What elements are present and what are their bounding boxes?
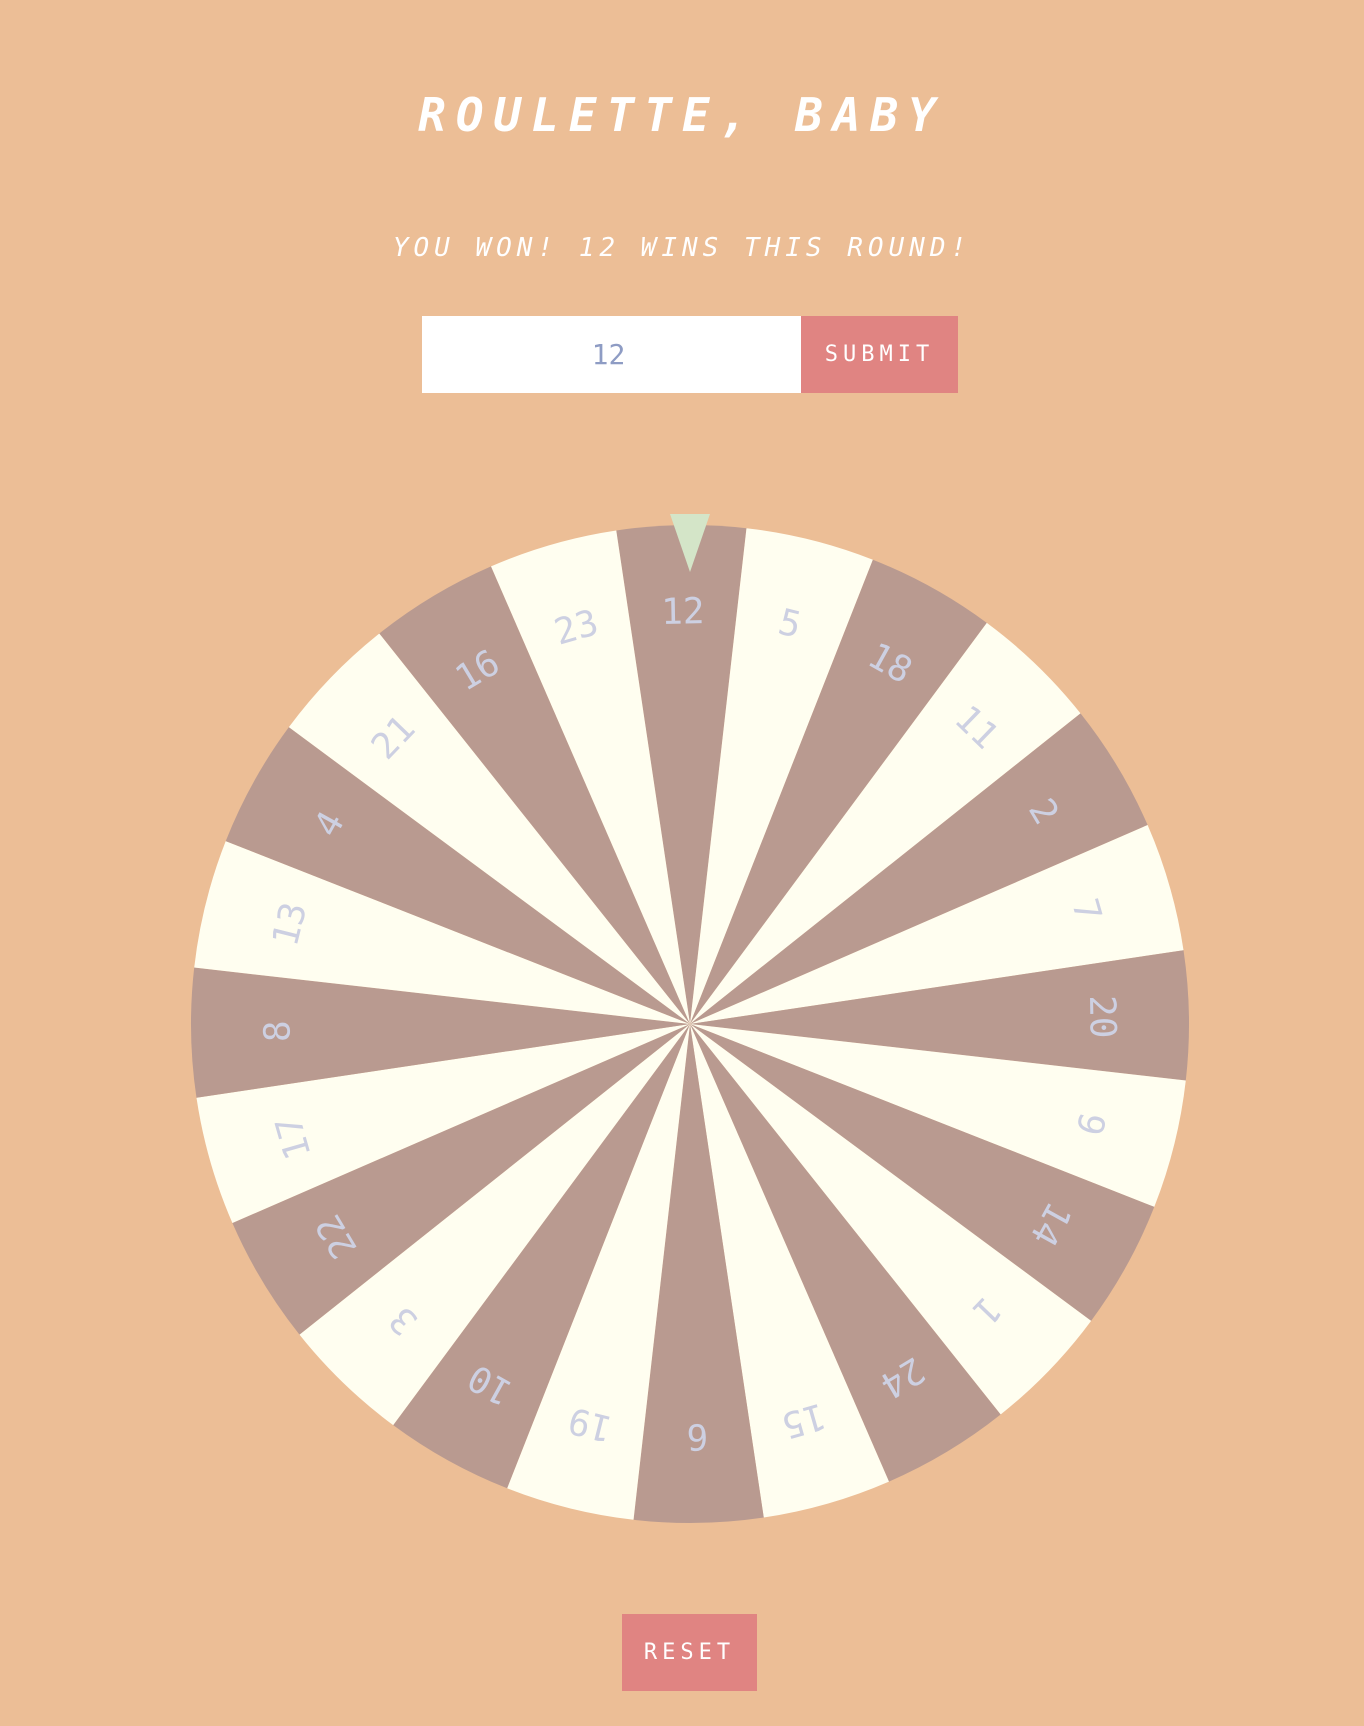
roulette-wheel: 12 5181127209141241561910322178134211623 — [191, 514, 1189, 1523]
wheel-number: 6 — [686, 1415, 708, 1456]
wheel-segments: 12 5181127209141241561910322178134211623 — [191, 525, 1189, 1523]
wheel-number: 8 — [257, 1020, 298, 1042]
wheel-number: 20 — [1081, 995, 1123, 1039]
reset-button[interactable]: RESET — [622, 1614, 757, 1691]
wheel-number: 12 — [661, 591, 705, 633]
